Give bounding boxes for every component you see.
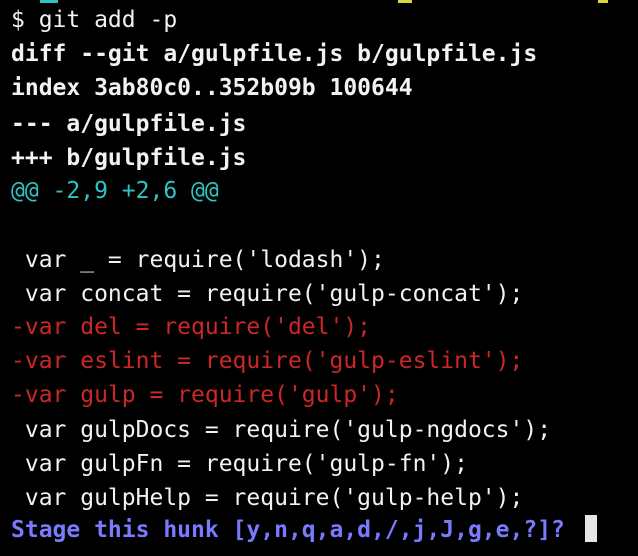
stage-hunk-prompt: Stage this hunk [y,n,q,a,d,/,j,J,g,e,?]?	[11, 517, 565, 543]
terminal-window[interactable]: $ git add -p diff --git a/gulpfile.js b/…	[0, 0, 638, 556]
diff-header-line: diff --git a/gulpfile.js b/gulpfile.js	[11, 41, 538, 67]
removed-line: -var gulp = require('gulp');	[11, 382, 399, 408]
context-line: var gulpHelp = require('gulp-help');	[11, 485, 524, 511]
context-line: var concat = require('gulp-concat');	[11, 281, 524, 307]
context-line: var _ = require('lodash');	[11, 247, 385, 273]
terminal-cursor[interactable]	[585, 515, 597, 542]
diff-new-file-line: +++ b/gulpfile.js	[11, 145, 247, 171]
removed-line: -var eslint = require('gulp-eslint');	[11, 348, 524, 374]
removed-line: -var del = require('del');	[11, 314, 372, 340]
context-line: var gulpFn = require('gulp-fn');	[11, 451, 468, 477]
previous-output-mark	[598, 0, 608, 3]
context-line: var gulpDocs = require('gulp-ngdocs');	[11, 417, 552, 443]
diff-old-file-line: --- a/gulpfile.js	[11, 111, 247, 137]
diff-index-line: index 3ab80c0..352b09b 100644	[11, 75, 413, 101]
shell-command-line: $ git add -p	[11, 7, 178, 33]
hunk-header-line: @@ -2,9 +2,6 @@	[11, 178, 219, 204]
previous-output-mark	[398, 0, 412, 3]
